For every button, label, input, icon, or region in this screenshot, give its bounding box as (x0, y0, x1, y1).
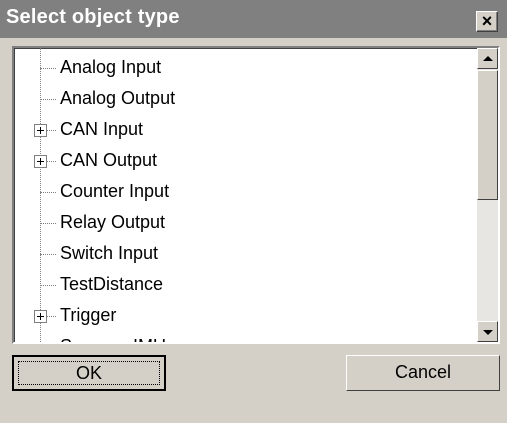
tree-branch-line (40, 192, 56, 193)
tree-item-label: Analog Output (60, 88, 176, 108)
tree-item-label: Counter Input (60, 181, 170, 201)
close-icon: × (481, 11, 493, 31)
tree-item[interactable]: Relay Output (14, 207, 476, 238)
tree-item-label: Relay Output (60, 212, 166, 232)
tree-branch-line (40, 99, 56, 100)
tree-item-label: TestDistance (60, 274, 164, 294)
expand-plus-icon[interactable] (34, 310, 47, 323)
expand-plus-icon[interactable] (34, 155, 47, 168)
tree-item[interactable]: CAN Output (14, 145, 476, 176)
dialog-title: Select object type (6, 6, 180, 28)
tree-branch-line (40, 285, 56, 286)
select-object-type-dialog: Select object type × Analog Input Analog… (0, 0, 507, 423)
object-type-tree[interactable]: Analog Input Analog Output CAN Input CAN… (12, 46, 500, 344)
tree-item[interactable]: Analog Input (14, 52, 476, 83)
tree-branch-line (40, 223, 56, 224)
tree-item[interactable]: Trigger (14, 300, 476, 331)
title-bar: Select object type × (0, 0, 507, 38)
tree-branch-line (40, 68, 56, 69)
tree-item-label: Sensor - IMU (60, 336, 166, 342)
arrow-up-icon (483, 56, 493, 61)
tree-content: Analog Input Analog Output CAN Input CAN… (14, 48, 476, 342)
tree-item-label: Analog Input (60, 57, 162, 77)
expand-plus-icon[interactable] (34, 124, 47, 137)
tree-item[interactable]: CAN Input (14, 114, 476, 145)
cancel-button-label: Cancel (394, 362, 452, 382)
focus-rectangle (18, 361, 160, 385)
tree-item[interactable]: Counter Input (14, 176, 476, 207)
tree-item[interactable]: TestDistance (14, 269, 476, 300)
arrow-down-icon (483, 330, 493, 335)
tree-item-label: Trigger (60, 305, 117, 325)
scroll-up-button[interactable] (477, 48, 498, 69)
tree-item-label: CAN Input (60, 119, 144, 139)
ok-button[interactable]: OK (12, 355, 166, 391)
close-button[interactable]: × (476, 11, 498, 32)
scrollbar-thumb[interactable] (477, 70, 498, 200)
cancel-button[interactable]: Cancel (346, 355, 500, 391)
tree-item[interactable]: Analog Output (14, 83, 476, 114)
tree-item-label: CAN Output (60, 150, 158, 170)
tree-item[interactable]: Sensor - IMU (14, 331, 476, 342)
tree-item-label: Switch Input (60, 243, 159, 263)
scroll-down-button[interactable] (477, 321, 498, 342)
tree-item[interactable]: Switch Input (14, 238, 476, 269)
tree-branch-line (40, 254, 56, 255)
vertical-scrollbar[interactable] (477, 48, 498, 342)
